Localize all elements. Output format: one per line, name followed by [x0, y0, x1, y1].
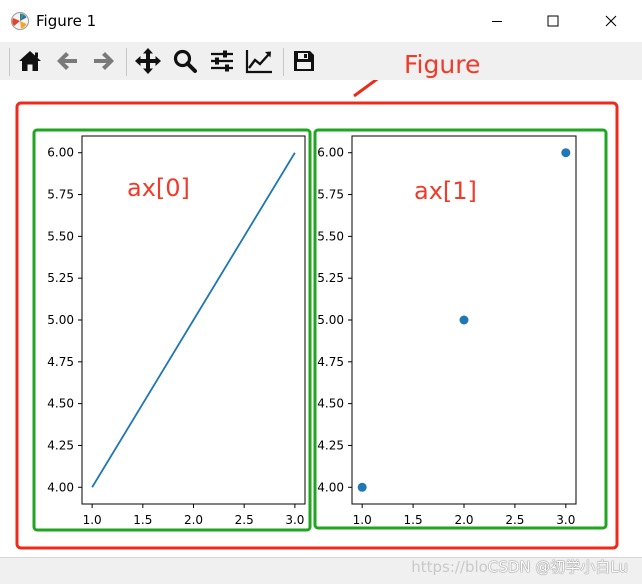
minimize-button[interactable]	[468, 0, 526, 42]
y-tick-label: 4.75	[47, 355, 74, 369]
close-button[interactable]	[582, 0, 640, 42]
y-tick-label: 4.50	[47, 397, 74, 411]
line-chart-icon	[245, 50, 272, 74]
toolbar-separator	[126, 48, 127, 76]
matplotlib-icon	[11, 12, 29, 30]
y-tick-label: 5.00	[47, 313, 74, 327]
figure-svg: 1.0 1.5 2.0 2.5 3.0 4.00 4.25 4.50 4.75 5.00 5.25 5…	[15, 67, 619, 550]
scatter-point	[561, 148, 571, 158]
x-tick-label: 1.0	[353, 513, 372, 527]
x-tick-label: 2.5	[235, 513, 254, 527]
minimize-icon	[492, 21, 502, 22]
y-tick-label: 5.25	[47, 271, 74, 285]
title-bar: Figure 1	[0, 0, 642, 42]
x-tick-label: 1.5	[133, 513, 152, 527]
ax0-annotation-label: ax[0]	[127, 174, 190, 202]
y-tick-label: 4.00	[47, 480, 74, 494]
watermark: https://bloCSDN @初学小白Lu	[411, 556, 628, 577]
pan-button[interactable]	[133, 46, 163, 76]
toolbar-grip	[9, 48, 10, 76]
x-tick-label: 2.0	[184, 513, 203, 527]
back-button[interactable]	[52, 46, 82, 76]
x-tick-label: 3.0	[285, 513, 304, 527]
x-tick-label: 2.5	[505, 513, 524, 527]
x-tick-label: 3.0	[556, 513, 575, 527]
figure-annotation-label: Figure	[404, 50, 481, 79]
scatter-point	[357, 482, 367, 492]
maximize-icon	[547, 15, 559, 27]
maximize-button[interactable]	[524, 0, 582, 42]
x-tick-label: 1.5	[404, 513, 423, 527]
y-tick-label: 4.50	[317, 397, 344, 411]
save-button[interactable]	[289, 46, 319, 76]
watermark-url: https://blo	[411, 558, 488, 576]
window-title: Figure 1	[36, 12, 97, 30]
y-tick-label: 5.50	[317, 229, 344, 243]
close-icon	[605, 15, 617, 27]
figure-arrow	[353, 67, 392, 98]
y-tick-label: 4.00	[317, 480, 344, 494]
configure-subplots-button[interactable]	[207, 46, 237, 76]
y-tick-label: 6.00	[47, 146, 74, 160]
forward-button[interactable]	[89, 46, 119, 76]
x-tick-label: 2.0	[454, 513, 473, 527]
navigation-toolbar	[0, 42, 642, 80]
y-tick-label: 5.50	[47, 229, 74, 243]
ax1-annotation-label: ax[1]	[414, 177, 477, 205]
floppy-disk-icon	[294, 51, 314, 71]
magnifier-icon	[173, 49, 197, 73]
toolbar-separator	[283, 48, 284, 76]
y-tick-label: 5.00	[317, 313, 344, 327]
arrow-right-icon	[94, 52, 114, 70]
y-tick-label: 5.75	[47, 188, 74, 202]
x-tick-label: 1.0	[83, 513, 102, 527]
y-tick-label: 5.75	[317, 188, 344, 202]
home-button[interactable]	[15, 46, 45, 76]
y-tick-label: 6.00	[317, 146, 344, 160]
y-tick-label: 4.25	[317, 438, 344, 452]
y-tick-label: 4.75	[317, 355, 344, 369]
y-tick-label: 4.25	[47, 438, 74, 452]
sliders-icon	[211, 50, 233, 72]
y-tick-label: 5.25	[317, 271, 344, 285]
figure-canvas[interactable]: 1.0 1.5 2.0 2.5 3.0 4.00 4.25 4.50 4.75 5.00 5.25 5…	[0, 67, 642, 557]
zoom-button[interactable]	[170, 46, 200, 76]
move-icon	[135, 48, 161, 74]
scatter-point	[459, 315, 469, 325]
arrow-left-icon	[57, 52, 77, 70]
home-icon	[19, 51, 41, 71]
edit-axes-button[interactable]	[244, 46, 274, 76]
watermark-text: CSDN @初学小白Lu	[487, 558, 628, 576]
